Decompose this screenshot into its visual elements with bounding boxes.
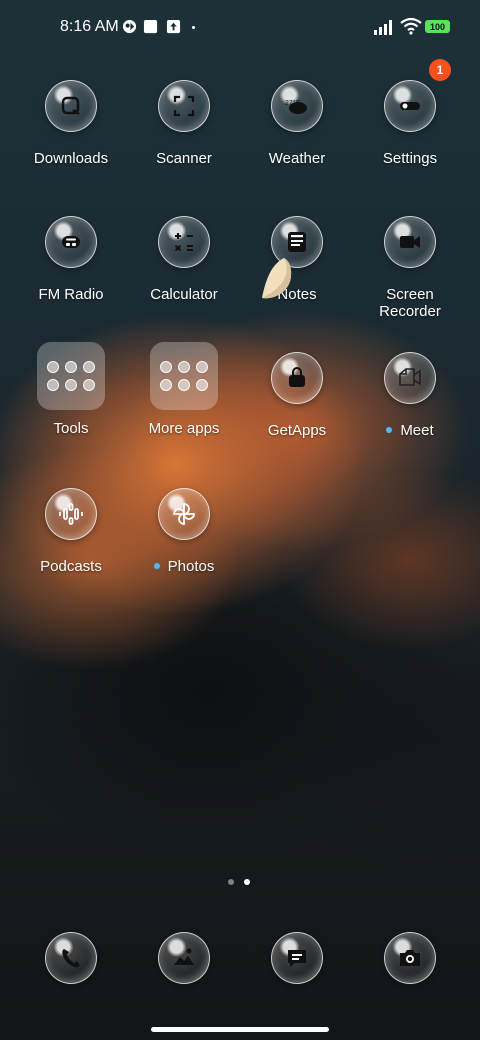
folder-icon — [37, 342, 105, 410]
app-label: GetApps — [267, 422, 327, 439]
app-fm-radio[interactable]: FM Radio — [15, 216, 127, 303]
folder-tools[interactable]: Tools — [15, 342, 127, 437]
app-calculator[interactable]: Calculator — [128, 216, 240, 303]
app-label: Podcasts — [40, 558, 102, 575]
shopping-bag-icon — [271, 352, 323, 404]
new-indicator-dot — [386, 427, 393, 433]
home-indicator[interactable] — [151, 1027, 329, 1032]
app-podcasts[interactable]: Podcasts — [15, 488, 127, 575]
new-indicator-dot — [153, 563, 160, 569]
app-label: Calculator — [150, 286, 218, 303]
messages-icon — [271, 932, 323, 984]
app-label: Screen Recorder — [379, 286, 441, 321]
app-settings[interactable]: 1 Settings — [354, 59, 466, 167]
app-meet[interactable]: Meet — [354, 352, 466, 439]
status-bar: 8:16 AM 100 — [0, 0, 480, 56]
podcasts-icon — [45, 488, 97, 540]
app-getapps[interactable]: GetApps — [241, 352, 353, 439]
app-label: Scanner — [156, 150, 212, 167]
settings-icon: 1 — [384, 59, 451, 132]
downloads-icon — [45, 80, 97, 132]
folder-more-apps[interactable]: More apps — [128, 342, 240, 437]
app-scanner[interactable]: Scanner — [128, 80, 240, 167]
scanner-icon — [158, 80, 210, 132]
page-indicator — [228, 879, 250, 885]
folder-icon — [150, 342, 218, 410]
app-notes[interactable]: Notes — [241, 216, 353, 303]
status-time: 8:16 AM — [60, 18, 119, 35]
svg-text:27°C: 27°C — [285, 99, 301, 107]
radio-icon — [45, 216, 97, 268]
phone-icon — [45, 932, 97, 984]
meet-icon — [384, 352, 436, 404]
page-dot[interactable] — [228, 879, 234, 885]
wifi-icon — [400, 17, 422, 35]
signal-icon — [374, 19, 396, 35]
dot-icon — [192, 26, 195, 29]
app-photos[interactable]: Photos — [128, 488, 240, 575]
app-label: More apps — [148, 420, 220, 437]
camera-icon — [384, 932, 436, 984]
weather-icon: 27°C — [271, 80, 323, 132]
app-label: Meet — [386, 422, 434, 439]
dock-gallery[interactable] — [128, 932, 240, 984]
app-label: Photos — [153, 558, 214, 575]
page-dot-active[interactable] — [244, 879, 250, 885]
notification-badge: 1 — [429, 59, 451, 81]
app-downloads[interactable]: Downloads — [15, 80, 127, 167]
owl-icon — [121, 18, 137, 34]
app-label: Weather — [268, 150, 326, 167]
dock-messages[interactable] — [241, 932, 353, 984]
dock-camera[interactable] — [354, 932, 466, 984]
photos-icon — [158, 488, 210, 540]
screen-recorder-icon — [384, 216, 436, 268]
app-weather[interactable]: 27°C Weather — [241, 80, 353, 167]
dock-phone[interactable] — [15, 932, 127, 984]
square-icon — [142, 18, 158, 34]
app-label: Settings — [382, 150, 438, 167]
app-label: FM Radio — [38, 286, 104, 303]
app-label: Tools — [53, 420, 89, 437]
upload-icon — [165, 18, 181, 34]
app-label: Downloads — [33, 150, 109, 167]
app-screen-recorder[interactable]: Screen Recorder — [354, 216, 466, 321]
moon-icon — [262, 258, 292, 299]
battery-icon: 100 — [425, 20, 450, 33]
gallery-icon — [158, 932, 210, 984]
calculator-icon — [158, 216, 210, 268]
